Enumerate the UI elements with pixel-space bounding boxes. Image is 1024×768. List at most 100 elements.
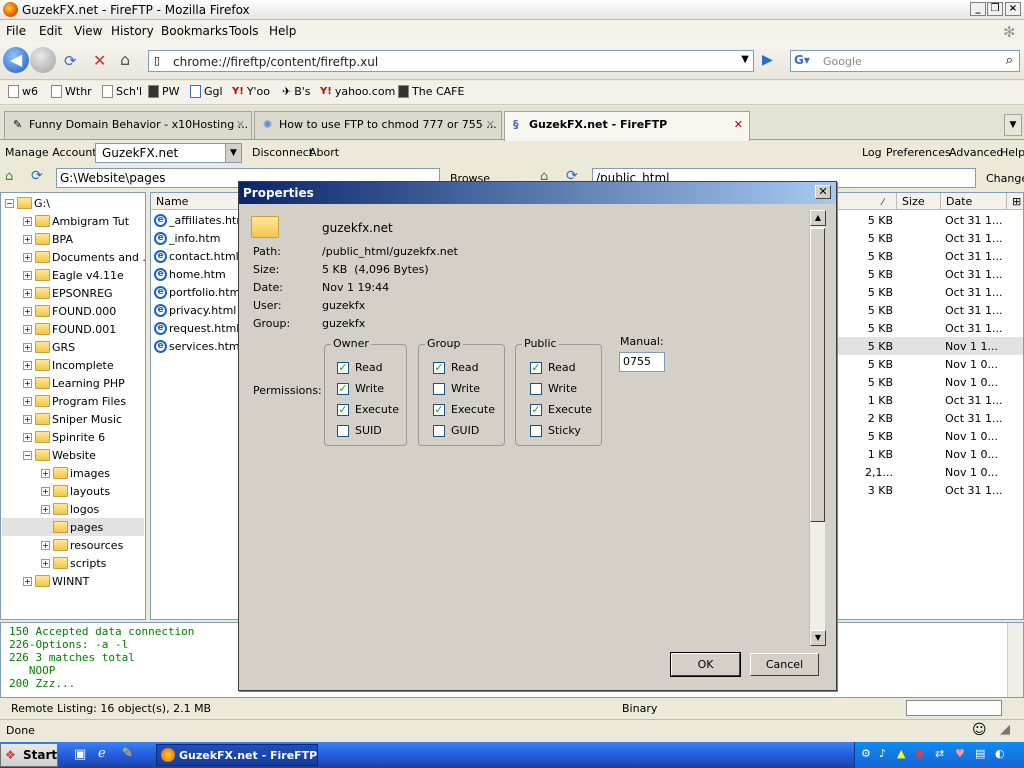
table-row[interactable]: 1 KB Nov 1 0... bbox=[837, 445, 1023, 463]
table-row[interactable]: 5 KB Oct 31 1... bbox=[837, 247, 1023, 265]
table-row[interactable]: 5 KB Oct 31 1... bbox=[837, 283, 1023, 301]
tree-item[interactable]: + scripts bbox=[41, 554, 106, 572]
start-button[interactable]: ❖ Start bbox=[0, 743, 58, 767]
public-sticky-checkbox[interactable]: Sticky bbox=[530, 424, 581, 437]
file-row[interactable]: e portfolio.htm bbox=[154, 283, 239, 301]
table-row[interactable]: 5 KB Nov 1 0... bbox=[837, 373, 1023, 391]
local-folder-tree[interactable]: − G:\ + Ambigram Tut + BPA + Documents and .… bbox=[0, 192, 146, 620]
network-icon[interactable]: ⚙ bbox=[861, 747, 871, 760]
disconnect-button[interactable]: Disconnect bbox=[252, 146, 313, 159]
bookmark-w6[interactable]: w6 bbox=[8, 85, 38, 98]
account-select[interactable]: GuzekFX.net ▼ bbox=[95, 143, 242, 163]
group-execute-checkbox[interactable]: ✓ Execute bbox=[433, 403, 495, 416]
ok-button[interactable]: OK bbox=[670, 652, 741, 677]
change-button[interactable]: Change bbox=[986, 172, 1024, 185]
dialog-scrollbar[interactable]: ▲ ▼ bbox=[809, 210, 826, 646]
file-row[interactable]: e privacy.html bbox=[154, 301, 236, 319]
ie-icon[interactable]: ℯ bbox=[98, 746, 106, 761]
tray-app-icon[interactable]: ◐ bbox=[995, 747, 1005, 760]
tray-app-icon[interactable]: ♥ bbox=[955, 747, 965, 760]
manual-permission-input[interactable]: 0755 bbox=[619, 352, 665, 372]
table-row[interactable]: 5 KB Nov 1 0... bbox=[837, 427, 1023, 445]
scroll-up-icon[interactable]: ▲ bbox=[810, 210, 826, 226]
remote-file-list[interactable]: ⁄ Size Date ⊞ 5 KB Oct 31 1... 5 KB Oct 31… bbox=[836, 192, 1024, 620]
chevron-down-icon[interactable]: ▼ bbox=[225, 144, 241, 162]
log-button[interactable]: Log bbox=[862, 146, 882, 159]
tree-item[interactable]: + FOUND.001 bbox=[23, 320, 116, 338]
file-row[interactable]: e contact.html bbox=[154, 247, 239, 265]
minimize-button[interactable]: _ bbox=[970, 2, 986, 16]
owner-suid-checkbox[interactable]: SUID bbox=[337, 424, 382, 437]
tab-list-button[interactable]: ▼ bbox=[1004, 114, 1022, 136]
tree-item[interactable]: + layouts bbox=[41, 482, 110, 500]
tree-item[interactable]: + Learning PHP bbox=[23, 374, 125, 392]
local-file-list[interactable]: Name e _affiliates.htm e _info.htm e contac… bbox=[150, 192, 240, 620]
owner-execute-checkbox[interactable]: ✓ Execute bbox=[337, 403, 399, 416]
log-scrollbar[interactable] bbox=[1007, 623, 1023, 697]
tray-app-icon[interactable]: ▲ bbox=[897, 747, 905, 760]
tab-chmod[interactable]: ✺ How to use FTP to chmod 777 or 755 ...… bbox=[254, 111, 502, 139]
file-row[interactable]: e services.html bbox=[154, 337, 239, 355]
search-bar[interactable]: G▾ Google ⌕ bbox=[790, 50, 1020, 72]
menu-edit[interactable]: Edit bbox=[39, 24, 62, 38]
go-icon[interactable]: ▶ bbox=[762, 52, 773, 68]
tree-item[interactable]: + Spinrite 6 bbox=[23, 428, 105, 446]
file-row[interactable]: e home.htm bbox=[154, 265, 226, 283]
bookmark-ggl[interactable]: Ggl bbox=[190, 85, 223, 98]
column-header-sort[interactable]: ⁄ bbox=[837, 193, 897, 210]
taskbar-fireftp-button[interactable]: GuzekFX.net - FireFTP ... bbox=[156, 744, 318, 766]
table-row[interactable]: 5 KB Oct 31 1... bbox=[837, 211, 1023, 229]
tree-item[interactable]: + Incomplete bbox=[23, 356, 114, 374]
file-row[interactable]: e _info.htm bbox=[154, 229, 220, 247]
public-read-checkbox[interactable]: ✓ Read bbox=[530, 361, 576, 374]
file-row[interactable]: e request.html bbox=[154, 319, 239, 337]
url-bar[interactable]: ▯ chrome://fireftp/content/fireftp.xul ▼ bbox=[148, 50, 754, 72]
table-row-selected[interactable]: 5 KB Nov 1 1... bbox=[837, 337, 1023, 355]
tree-item[interactable]: + FOUND.000 bbox=[23, 302, 116, 320]
table-row[interactable]: 5 KB Oct 31 1... bbox=[837, 319, 1023, 337]
owner-read-checkbox[interactable]: ✓ Read bbox=[337, 361, 383, 374]
menu-view[interactable]: View bbox=[74, 24, 102, 38]
table-row[interactable]: 3 KB Oct 31 1... bbox=[837, 481, 1023, 499]
bookmark-schl[interactable]: Sch'l bbox=[102, 85, 142, 98]
url-dropdown-icon[interactable]: ▼ bbox=[741, 54, 749, 65]
cancel-button[interactable]: Cancel bbox=[750, 653, 819, 676]
home-icon[interactable]: ⌂ bbox=[120, 50, 130, 69]
scroll-down-icon[interactable]: ▼ bbox=[810, 630, 826, 646]
google-icon[interactable]: G▾ bbox=[794, 53, 810, 67]
tree-item[interactable]: + images bbox=[41, 464, 110, 482]
bookmark-pw[interactable]: PW bbox=[148, 85, 180, 98]
table-row[interactable]: 5 KB Nov 1 0... bbox=[837, 355, 1023, 373]
restore-button[interactable]: ❐ bbox=[987, 2, 1003, 16]
tree-item[interactable]: + GRS bbox=[23, 338, 75, 356]
tree-item[interactable]: + Sniper Music bbox=[23, 410, 122, 428]
public-write-checkbox[interactable]: Write bbox=[530, 382, 577, 395]
folder-up-icon[interactable]: ⌂ bbox=[5, 169, 13, 184]
scroll-thumb[interactable] bbox=[810, 228, 825, 522]
show-desktop-icon[interactable]: ▣ bbox=[74, 747, 86, 762]
bookmark-yoo[interactable]: Y! Y'oo bbox=[232, 85, 270, 98]
help-button[interactable]: Help bbox=[1000, 146, 1024, 159]
menu-help[interactable]: Help bbox=[269, 24, 296, 38]
bookmark-the-cafe[interactable]: The CAFE bbox=[398, 85, 464, 98]
forward-button[interactable] bbox=[30, 47, 56, 73]
bookmark-yahoo[interactable]: Y! yahoo.com bbox=[320, 85, 395, 98]
menu-bookmarks[interactable]: Bookmarks bbox=[161, 24, 228, 38]
column-picker-icon[interactable]: ⊞ bbox=[1007, 193, 1023, 210]
tab-funny-domain[interactable]: ✎ Funny Domain Behavior - x10Hosting ...… bbox=[4, 111, 252, 139]
tab-close-icon[interactable]: ✕ bbox=[236, 118, 245, 131]
group-read-checkbox[interactable]: ✓ Read bbox=[433, 361, 479, 374]
table-row[interactable]: 2 KB Oct 31 1... bbox=[837, 409, 1023, 427]
table-row[interactable]: 1 KB Oct 31 1... bbox=[837, 391, 1023, 409]
tree-item[interactable]: + Documents and ... bbox=[23, 248, 145, 266]
advanced-button[interactable]: Advanced bbox=[949, 146, 1003, 159]
tree-item-pages-selected[interactable]: pages bbox=[53, 518, 103, 536]
dialog-close-button[interactable]: ✕ bbox=[815, 185, 831, 199]
tree-item[interactable]: + Program Files bbox=[23, 392, 126, 410]
tray-app-icon[interactable]: ⇄ bbox=[935, 747, 944, 760]
owner-write-checkbox[interactable]: ✓ Write bbox=[337, 382, 384, 395]
column-header-size[interactable]: Size bbox=[897, 193, 941, 210]
tree-item[interactable]: + Eagle v4.11e bbox=[23, 266, 124, 284]
menu-history[interactable]: History bbox=[111, 24, 154, 38]
tab-fireftp[interactable]: § GuzekFX.net - FireFTP ✕ bbox=[504, 111, 750, 141]
